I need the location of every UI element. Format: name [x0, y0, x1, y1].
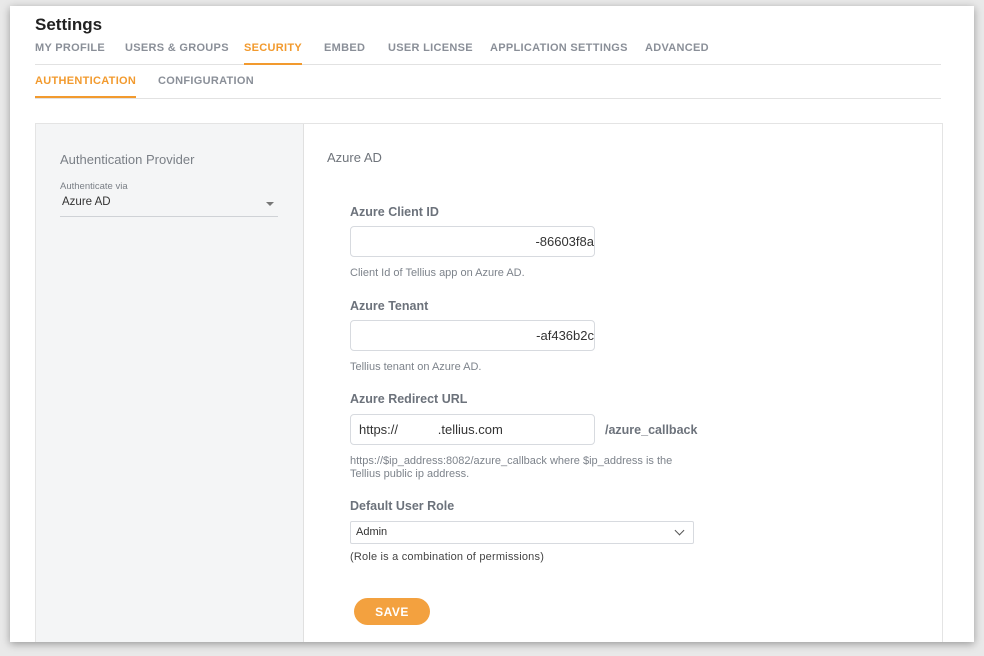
tab-application-settings[interactable]: APPLICATION SETTINGS	[490, 42, 628, 63]
tenant-label: Azure Tenant	[350, 299, 429, 313]
redirect-url-input[interactable]	[350, 414, 595, 445]
settings-window: Settings MY PROFILE USERS & GROUPS SECUR…	[10, 6, 974, 642]
auth-provider-title: Authentication Provider	[60, 152, 195, 167]
client-id-label: Azure Client ID	[350, 205, 439, 219]
redirect-helper-line2: Tellius public ip address.	[350, 468, 470, 480]
subtab-authentication[interactable]: AUTHENTICATION	[35, 75, 137, 98]
redirect-url-suffix: /azure_callback	[605, 423, 698, 437]
sub-tabs: AUTHENTICATION CONFIGURATION	[35, 75, 941, 99]
default-role-label: Default User Role	[350, 499, 455, 513]
main-tabs: MY PROFILE USERS & GROUPS SECURITY EMBED…	[35, 42, 941, 65]
default-role-value: Admin	[356, 526, 388, 538]
tab-user-license[interactable]: USER LICENSE	[388, 42, 473, 63]
default-role-select[interactable]: Admin	[350, 521, 694, 544]
provider-form-title: Azure AD	[327, 150, 382, 165]
save-button[interactable]: SAVE	[354, 598, 430, 625]
tab-security[interactable]: SECURITY	[244, 42, 303, 65]
page-title: Settings	[35, 15, 103, 34]
subtab-configuration[interactable]: CONFIGURATION	[158, 75, 254, 96]
caret-down-icon	[266, 202, 274, 206]
chevron-down-icon	[674, 525, 685, 536]
tab-users-groups[interactable]: USERS & GROUPS	[125, 42, 229, 63]
tab-advanced[interactable]: ADVANCED	[645, 42, 709, 63]
redirect-url-label: Azure Redirect URL	[350, 392, 468, 406]
role-helper: (Role is a combination of permissions)	[350, 551, 545, 563]
authenticate-via-select[interactable]: Azure AD	[60, 194, 278, 217]
tab-embed[interactable]: EMBED	[324, 42, 365, 63]
client-id-input[interactable]	[350, 226, 595, 257]
authentication-content: Authentication Provider Authenticate via…	[35, 123, 943, 642]
tab-my-profile[interactable]: MY PROFILE	[35, 42, 105, 63]
authenticate-via-label: Authenticate via	[60, 181, 128, 192]
auth-provider-panel: Authentication Provider Authenticate via…	[36, 124, 304, 642]
client-id-helper: Client Id of Tellius app on Azure AD.	[350, 267, 525, 279]
redirect-helper-line1: https://$ip_address:8082/azure_callback …	[350, 455, 673, 467]
tenant-input[interactable]	[350, 320, 595, 351]
authenticate-via-value: Azure AD	[62, 196, 111, 208]
tenant-helper: Tellius tenant on Azure AD.	[350, 361, 482, 373]
